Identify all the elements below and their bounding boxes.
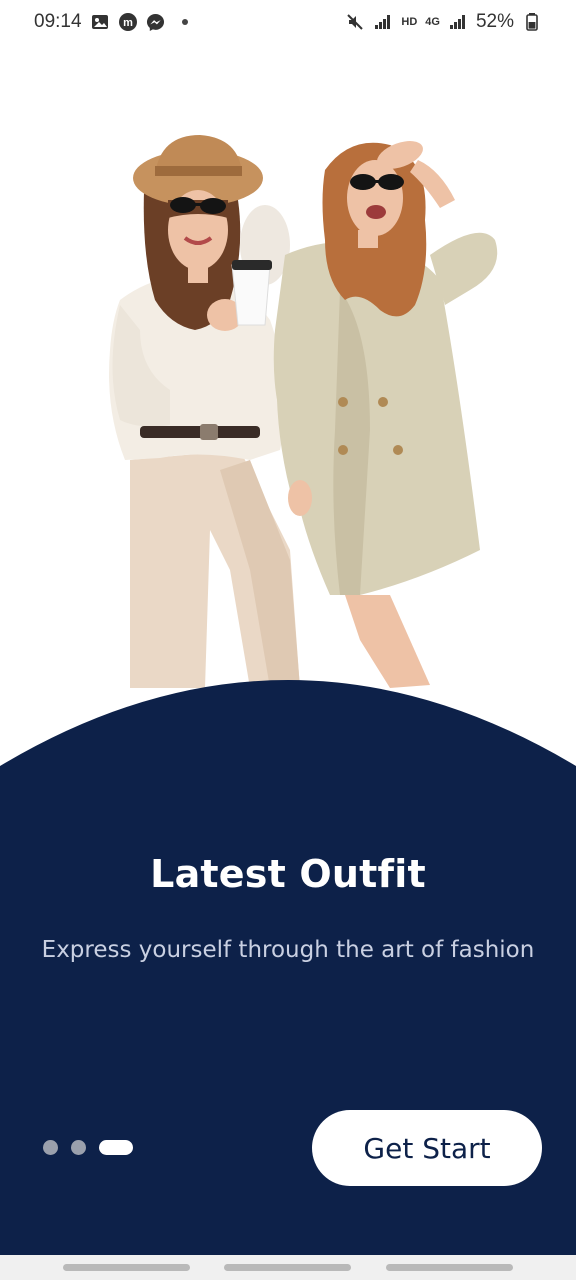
get-start-button[interactable]: Get Start <box>312 1110 542 1186</box>
nav-back-handle[interactable] <box>386 1264 513 1271</box>
clock: 09:14 <box>34 11 82 32</box>
gallery-icon <box>90 12 110 32</box>
signal-icon <box>373 12 393 32</box>
app-m-icon: m <box>118 12 138 32</box>
status-left: 09:14 m <box>34 11 188 33</box>
status-right: HD 4G 52% <box>345 11 542 33</box>
network-type-label: 4G <box>425 16 440 28</box>
fashion-models-image <box>109 135 498 688</box>
battery-percent: 52% <box>475 11 514 32</box>
svg-text:m: m <box>123 17 133 29</box>
nav-home-handle[interactable] <box>224 1264 351 1271</box>
page-dot-1[interactable] <box>43 1140 58 1155</box>
onboarding-subtitle: Express yourself through the art of fash… <box>41 937 535 963</box>
status-bar: 09:14 m HD 4G 52% <box>0 0 576 44</box>
battery-icon <box>522 12 542 32</box>
system-nav-bar <box>0 1255 576 1280</box>
page-indicator <box>43 1140 133 1155</box>
hd-label: HD <box>401 16 418 28</box>
nav-recent-handle[interactable] <box>63 1264 190 1271</box>
messenger-icon <box>146 12 166 32</box>
signal-icon <box>448 12 468 32</box>
mute-icon <box>345 12 365 32</box>
notification-dot <box>181 19 188 25</box>
page-dot-2[interactable] <box>71 1140 86 1155</box>
onboarding-title: Latest Outfit <box>150 852 426 896</box>
page-dot-3-active[interactable] <box>99 1140 133 1155</box>
